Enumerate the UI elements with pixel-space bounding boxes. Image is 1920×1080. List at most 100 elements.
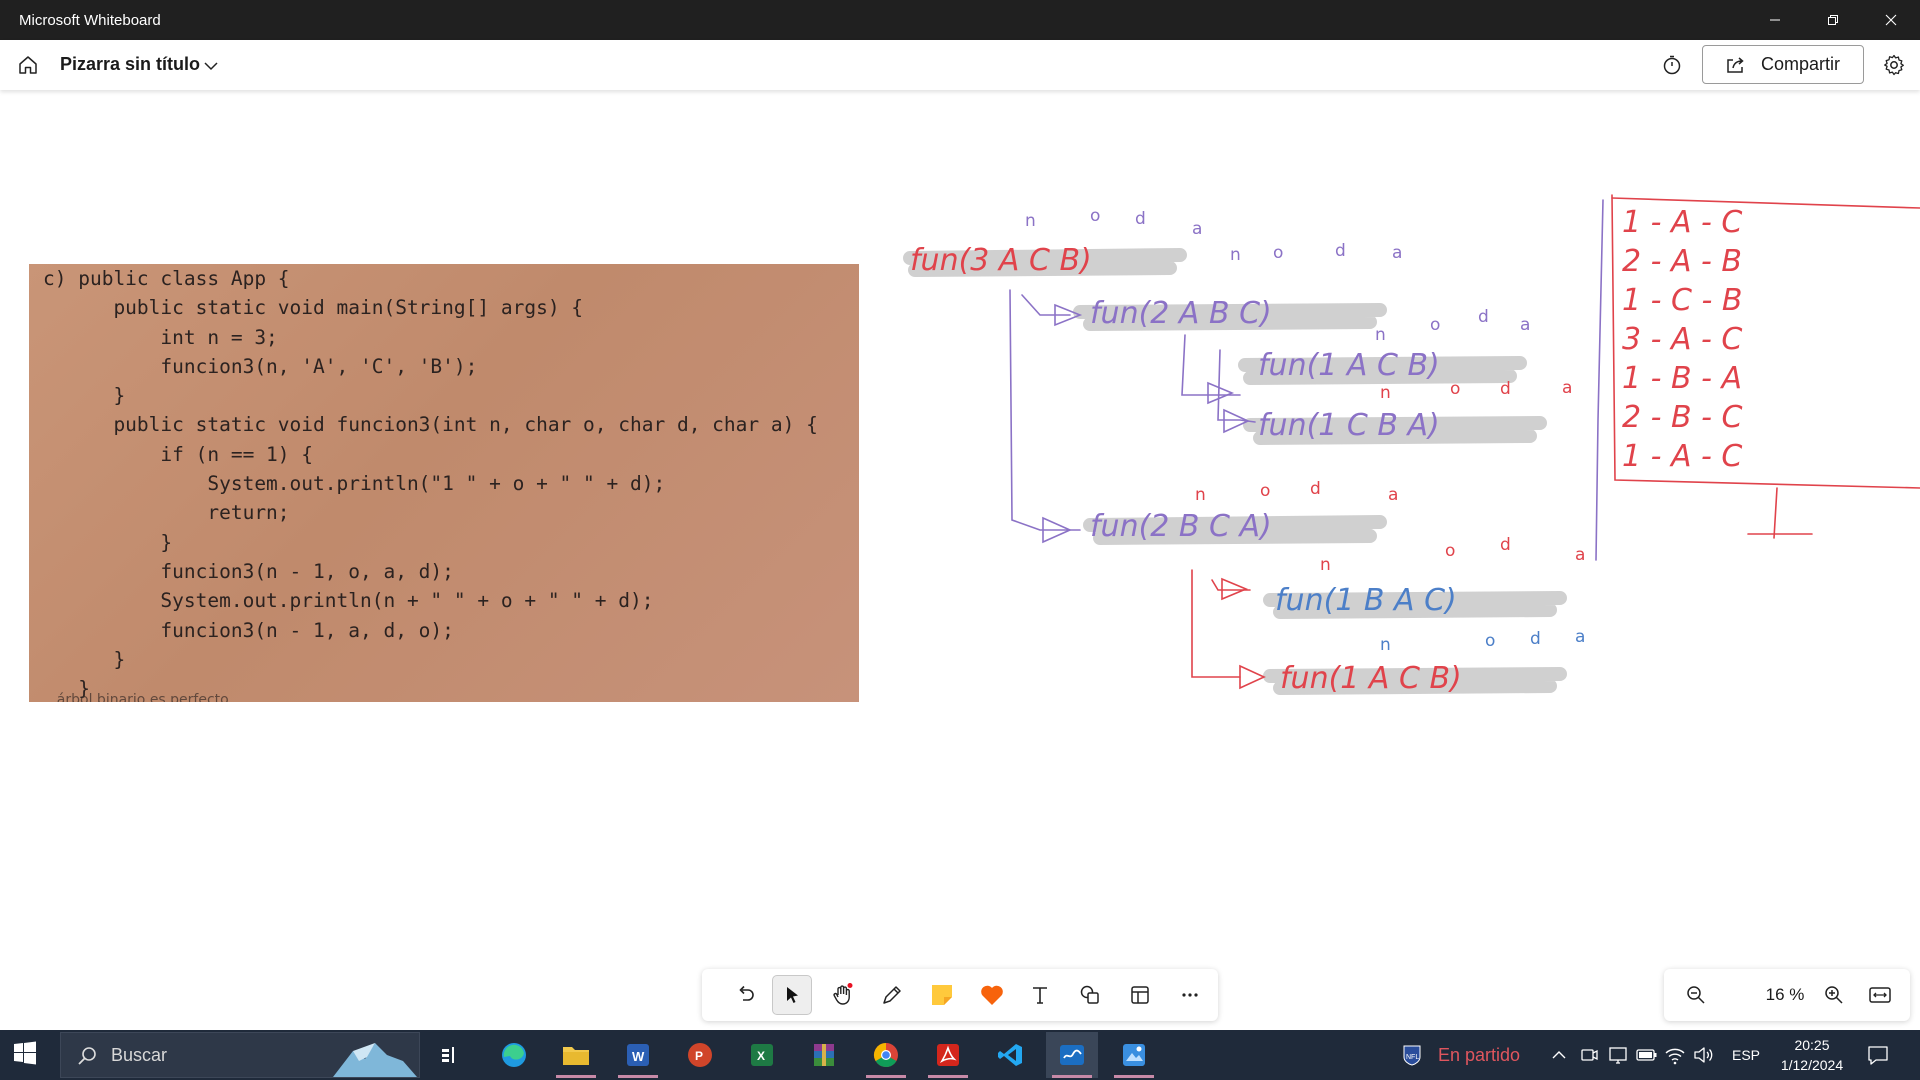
param-label: n xyxy=(1195,485,1206,505)
home-icon xyxy=(19,56,37,74)
meet-icon[interactable] xyxy=(1580,1045,1598,1065)
game-status[interactable]: En partido xyxy=(1438,1045,1520,1066)
share-button[interactable]: Compartir xyxy=(1702,45,1864,84)
shapes-icon xyxy=(1080,985,1099,1004)
whiteboard-icon xyxy=(1060,1045,1084,1065)
zoom-level[interactable]: 16 % xyxy=(1750,985,1820,1005)
zoom-in-icon xyxy=(1825,986,1843,1004)
board-title[interactable]: Pizarra sin título xyxy=(60,54,200,75)
move-item: 1 - A - C xyxy=(1622,205,1742,240)
fit-to-screen-button[interactable] xyxy=(1860,975,1900,1015)
share-icon xyxy=(1727,56,1744,73)
acrobat-icon xyxy=(937,1044,959,1066)
call-label: fun(1 B A C) xyxy=(1275,583,1457,618)
hand-tool[interactable] xyxy=(822,975,862,1015)
window-controls xyxy=(1746,0,1920,40)
timer-button[interactable] xyxy=(1656,49,1688,81)
more-button[interactable] xyxy=(1170,975,1210,1015)
param-label: d xyxy=(1310,479,1321,499)
minimize-icon xyxy=(1770,19,1780,21)
restore-icon xyxy=(1828,15,1838,25)
code-image[interactable]: c) public class App { public static void… xyxy=(29,264,859,702)
language-indicator[interactable]: ESP xyxy=(1732,1047,1760,1063)
call-labels: fun(3 A C B) fun(2 A B C) fun(1 A C B) f… xyxy=(910,243,1462,696)
close-button[interactable] xyxy=(1862,0,1920,40)
task-view-button[interactable] xyxy=(424,1032,476,1078)
select-tool[interactable] xyxy=(772,975,812,1015)
powerpoint-icon: P xyxy=(688,1043,712,1067)
param-label: o xyxy=(1445,541,1455,561)
arrow-heads xyxy=(1042,303,1266,690)
call-label: fun(1 C B A) xyxy=(1258,408,1440,443)
start-button[interactable] xyxy=(12,1040,42,1070)
taskbar-paint[interactable] xyxy=(1108,1032,1160,1078)
taskbar-powerpoint[interactable]: P xyxy=(674,1032,726,1078)
network-share-icon[interactable] xyxy=(1608,1045,1628,1065)
undo-button[interactable] xyxy=(726,975,766,1015)
param-label: d xyxy=(1135,209,1146,229)
close-icon xyxy=(1885,14,1897,26)
taskbar-file-explorer[interactable] xyxy=(550,1032,602,1078)
text-tool[interactable] xyxy=(1020,975,1060,1015)
shapes-tool[interactable] xyxy=(1070,975,1110,1015)
taskbar-search[interactable]: Buscar xyxy=(60,1032,420,1078)
clock[interactable]: 20:25 1/12/2024 xyxy=(1768,1035,1856,1075)
param-label: d xyxy=(1530,629,1541,649)
templates-tool[interactable] xyxy=(1120,975,1160,1015)
param-label: a xyxy=(1192,219,1202,239)
minimize-button[interactable] xyxy=(1746,0,1804,40)
wifi-icon[interactable] xyxy=(1664,1045,1686,1065)
param-label: n xyxy=(1025,211,1036,231)
move-item: 1 - A - C xyxy=(1622,439,1742,474)
taskbar-whiteboard[interactable] xyxy=(1046,1032,1098,1078)
svg-text:W: W xyxy=(632,1049,645,1064)
code-line: funcion3(n - 1, a, d, o); xyxy=(43,618,454,642)
param-label: n xyxy=(1380,383,1391,403)
hand-icon xyxy=(833,983,853,1005)
more-icon xyxy=(1182,993,1198,997)
paint-icon xyxy=(1123,1044,1145,1066)
reactions-tool[interactable] xyxy=(972,975,1012,1015)
restore-button[interactable] xyxy=(1804,0,1862,40)
pen-tool[interactable] xyxy=(872,975,912,1015)
taskbar-edge[interactable] xyxy=(488,1032,540,1078)
chevron-down-icon[interactable] xyxy=(202,57,220,75)
taskbar-winrar[interactable] xyxy=(798,1032,850,1078)
taskbar-excel[interactable]: X xyxy=(736,1032,788,1078)
sticky-note-tool[interactable] xyxy=(922,975,962,1015)
text-icon xyxy=(1033,987,1047,1004)
param-label: n xyxy=(1380,635,1391,655)
highlight-strokes xyxy=(903,248,1567,695)
folder-icon xyxy=(563,1047,589,1065)
taskbar-acrobat[interactable] xyxy=(922,1032,974,1078)
home-button[interactable] xyxy=(12,49,44,81)
notifications-icon[interactable] xyxy=(1866,1043,1890,1067)
zoom-out-button[interactable] xyxy=(1676,975,1716,1015)
tree-connectors xyxy=(1009,194,1920,678)
code-text: c) public class App { public static void… xyxy=(43,264,818,702)
settings-button[interactable] xyxy=(1878,49,1910,81)
chevron-up-icon[interactable] xyxy=(1550,1046,1568,1064)
volume-icon[interactable] xyxy=(1692,1045,1714,1065)
taskbar-word[interactable]: W xyxy=(612,1032,664,1078)
zoom-in-button[interactable] xyxy=(1814,975,1854,1015)
param-label: n xyxy=(1320,555,1331,575)
svg-text:NFL: NFL xyxy=(1406,1054,1419,1061)
timer-icon xyxy=(1663,55,1681,75)
taskbar-chrome[interactable] xyxy=(860,1032,912,1078)
code-line: public static void main(String[] args) { xyxy=(43,296,584,320)
whiteboard-canvas[interactable]: c) public class App { public static void… xyxy=(0,90,1920,1030)
battery-icon[interactable] xyxy=(1636,1047,1658,1063)
gear-icon xyxy=(1884,54,1904,76)
param-label: a xyxy=(1392,243,1402,263)
param-label: d xyxy=(1335,241,1346,261)
templates-icon xyxy=(1131,986,1149,1004)
clock-date: 1/12/2024 xyxy=(1780,1057,1844,1073)
code-line: return; xyxy=(43,501,290,525)
param-letters: n o d a n o d a n o d a n o d a n o d a xyxy=(1025,206,1585,655)
move-item: 2 - B - C xyxy=(1622,400,1742,435)
svg-text:P: P xyxy=(695,1049,703,1063)
winrar-icon xyxy=(814,1044,834,1066)
call-label: fun(3 A C B) xyxy=(910,243,1092,278)
taskbar-vscode[interactable] xyxy=(984,1032,1036,1078)
